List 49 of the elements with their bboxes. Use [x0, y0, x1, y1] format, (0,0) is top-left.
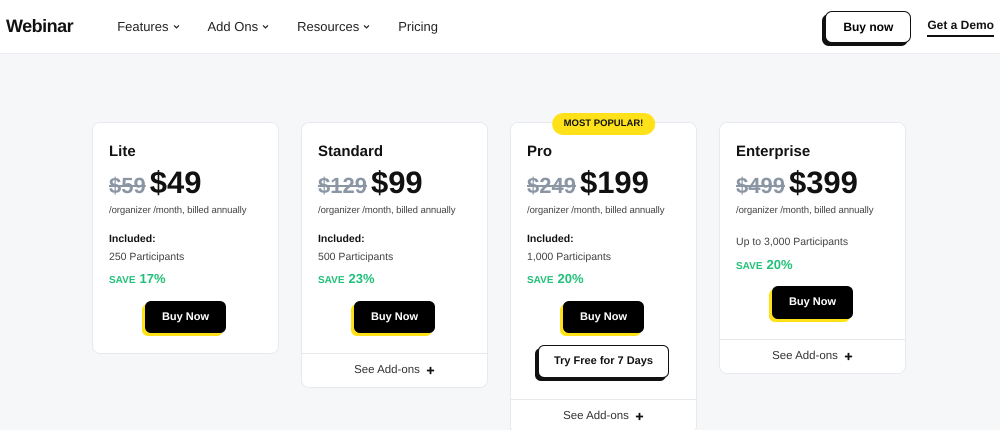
save-label: SAVE	[736, 260, 762, 274]
nav-link[interactable]: Resources	[297, 16, 370, 36]
save-value: 20%	[766, 256, 793, 274]
plus-icon	[426, 366, 435, 376]
demo-link[interactable]: Get a Demo	[927, 16, 994, 37]
old-price: $129	[318, 172, 367, 200]
price: $399	[788, 166, 858, 200]
plan-name: Enterprise	[736, 142, 812, 162]
included-label: Included:	[318, 232, 366, 247]
old-price: $59	[109, 172, 146, 200]
popular-badge: MOST POPULAR!	[552, 113, 656, 136]
included-label: Included:	[527, 232, 575, 247]
old-price: $499	[736, 172, 785, 200]
nav-link[interactable]: Pricing	[398, 16, 438, 36]
participants-text: 500 Participants	[318, 250, 394, 265]
billing-note: /organizer /month, billed annually	[109, 204, 248, 218]
add-ons-link[interactable]: See Add-ons	[720, 338, 905, 373]
plus-icon	[634, 412, 644, 421]
save-value: 23%	[348, 270, 375, 288]
participants-text: 1,000 Participants	[527, 250, 612, 265]
price: $49	[150, 166, 202, 200]
buy-now-button[interactable]: Buy Now	[354, 300, 436, 334]
billing-note: /organizer /month, billed annually	[736, 204, 874, 218]
logo[interactable]: Webinar	[6, 13, 74, 40]
buy-now-button[interactable]: Buy Now	[562, 300, 644, 334]
save-label: SAVE	[318, 274, 344, 288]
price: $99	[370, 166, 423, 200]
nav-link[interactable]: Add Ons	[208, 16, 270, 36]
add-ons-link[interactable]: See Add-ons	[302, 353, 487, 388]
billing-note: /organizer /month, billed annually	[318, 204, 456, 218]
plus-icon	[844, 352, 853, 361]
plan-name: Standard	[318, 142, 384, 162]
save-value: 17%	[140, 270, 166, 288]
plan-name: Lite	[109, 142, 137, 162]
add-ons-link[interactable]: See Add-ons	[511, 398, 696, 430]
save-value: 20%	[558, 270, 584, 288]
save-label: SAVE	[527, 274, 554, 288]
included-label: Included:	[109, 232, 157, 247]
plan-name: Pro	[527, 142, 554, 162]
nav-link[interactable]: Features	[117, 16, 180, 36]
participants-text: 250 Participants	[109, 250, 186, 265]
participants-text: Up to 3,000 Participants	[736, 234, 850, 250]
free-trial-button[interactable]: Try Free for 7 Days	[538, 345, 670, 378]
old-price: $249	[527, 172, 576, 200]
buy-now-button[interactable]: Buy Now	[772, 286, 854, 319]
billing-note: /organizer /month, billed annually	[527, 204, 666, 218]
price: $199	[580, 166, 649, 200]
save-label: SAVE	[109, 274, 136, 288]
buy-now-button[interactable]: Buy Now	[144, 300, 226, 334]
